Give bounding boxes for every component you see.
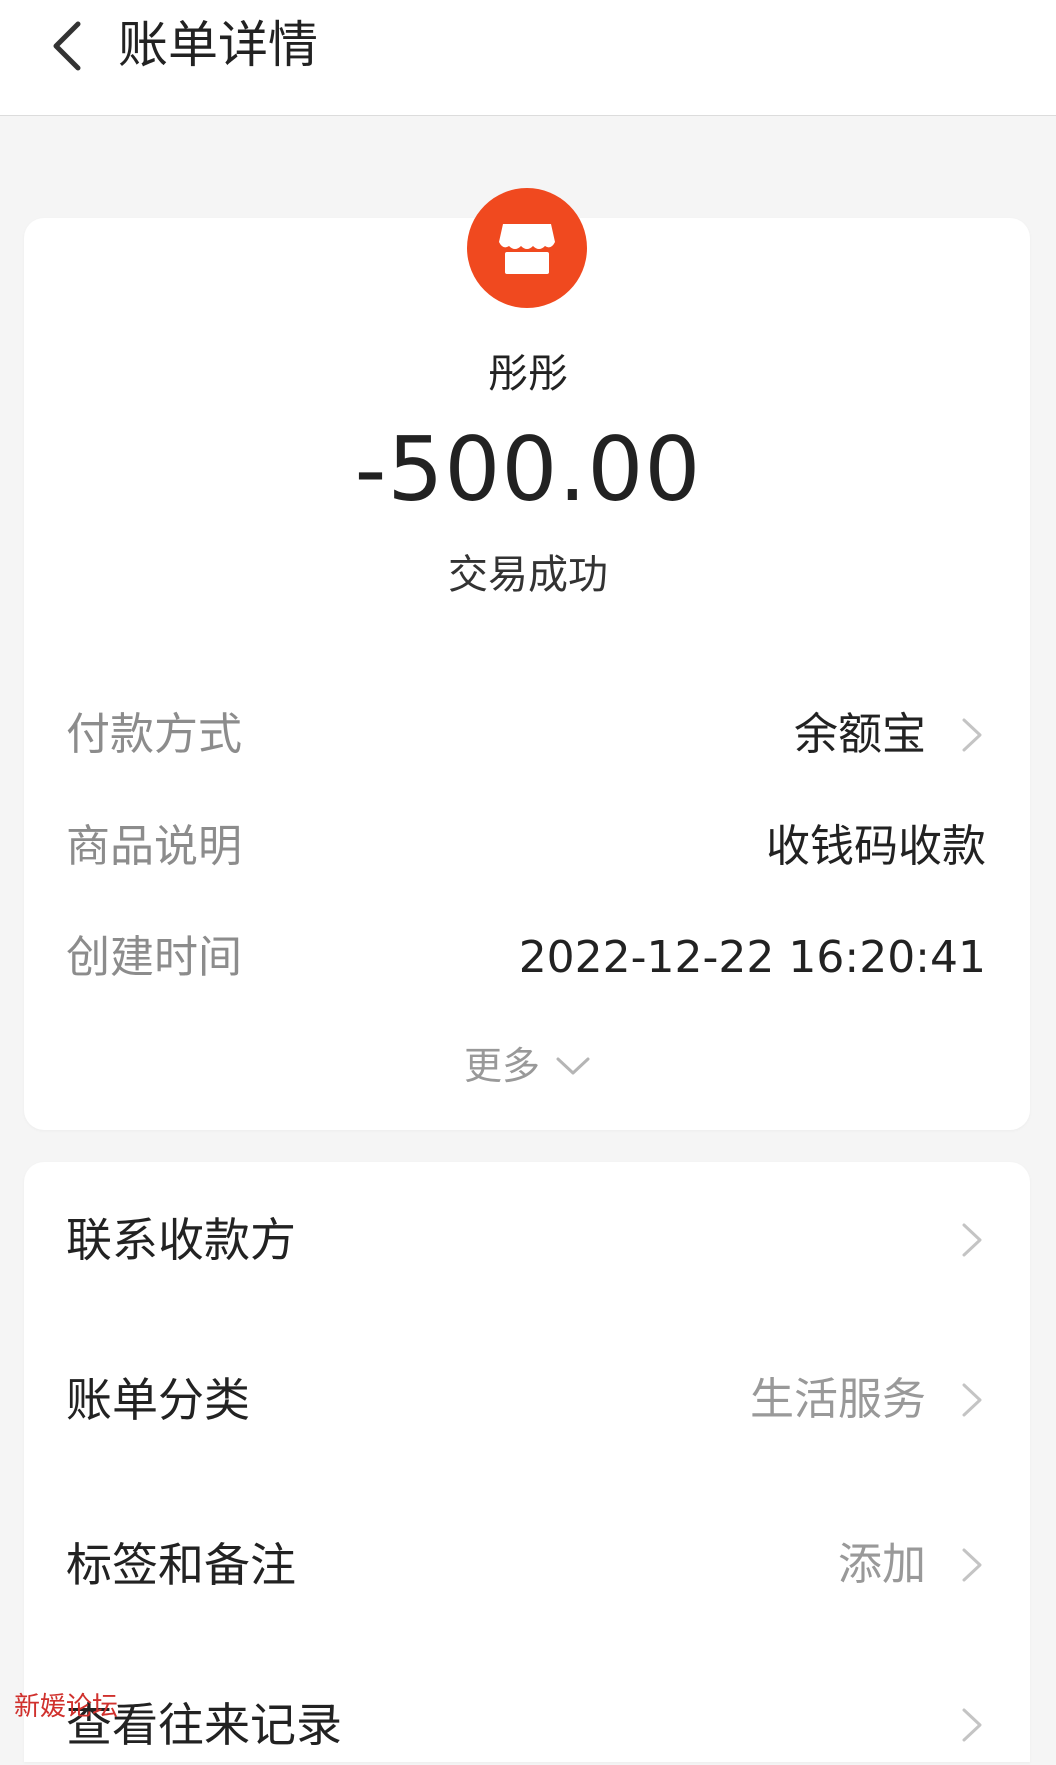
payment-method-label: 付款方式 (66, 709, 242, 760)
payment-method-value: 余额宝 (794, 709, 926, 760)
history-records-row[interactable]: 查看往来记录 (66, 1685, 986, 1765)
bill-category-label: 账单分类 (66, 1373, 250, 1427)
merchant-avatar (467, 188, 587, 308)
page-title: 账单详情 (118, 16, 318, 74)
tags-notes-row[interactable]: 标签和备注 添加 (66, 1525, 986, 1605)
transaction-status: 交易成功 (448, 552, 608, 598)
chevron-right-icon (962, 718, 982, 752)
watermark: 新媛论坛 (14, 1692, 119, 1722)
created-time-label: 创建时间 (66, 932, 242, 983)
product-desc-label: 商品说明 (66, 821, 242, 872)
chevron-right-icon (962, 1708, 982, 1742)
more-label: 更多 (463, 1043, 540, 1088)
more-button[interactable]: 更多 (0, 1035, 1056, 1094)
bill-category-row[interactable]: 账单分类 生活服务 (66, 1360, 986, 1440)
tags-notes-value: 添加 (838, 1539, 926, 1590)
bill-category-value: 生活服务 (750, 1374, 926, 1425)
tags-notes-label: 标签和备注 (66, 1538, 296, 1592)
created-time-row: 创建时间 2022-12-22 16:20:41 (66, 923, 986, 993)
transaction-amount: -500.00 (354, 418, 702, 521)
product-desc-value: 收钱码收款 (766, 821, 986, 872)
top-bar: 账单详情 (0, 0, 1056, 116)
contact-payee-row[interactable]: 联系收款方 (66, 1200, 986, 1280)
chevron-right-icon (962, 1223, 982, 1257)
chevron-down-icon (556, 1057, 590, 1074)
payment-method-row[interactable]: 付款方式 余额宝 (66, 700, 986, 770)
contact-payee-label: 联系收款方 (66, 1213, 296, 1267)
merchant-name: 彤彤 (488, 351, 568, 397)
chevron-right-icon (962, 1548, 982, 1582)
chevron-right-icon (962, 1383, 982, 1417)
back-button[interactable] (22, 6, 102, 86)
store-icon (499, 224, 555, 274)
chevron-left-icon (53, 21, 81, 71)
product-desc-row: 商品说明 收钱码收款 (66, 812, 986, 882)
created-time-value: 2022-12-22 16:20:41 (518, 932, 986, 983)
